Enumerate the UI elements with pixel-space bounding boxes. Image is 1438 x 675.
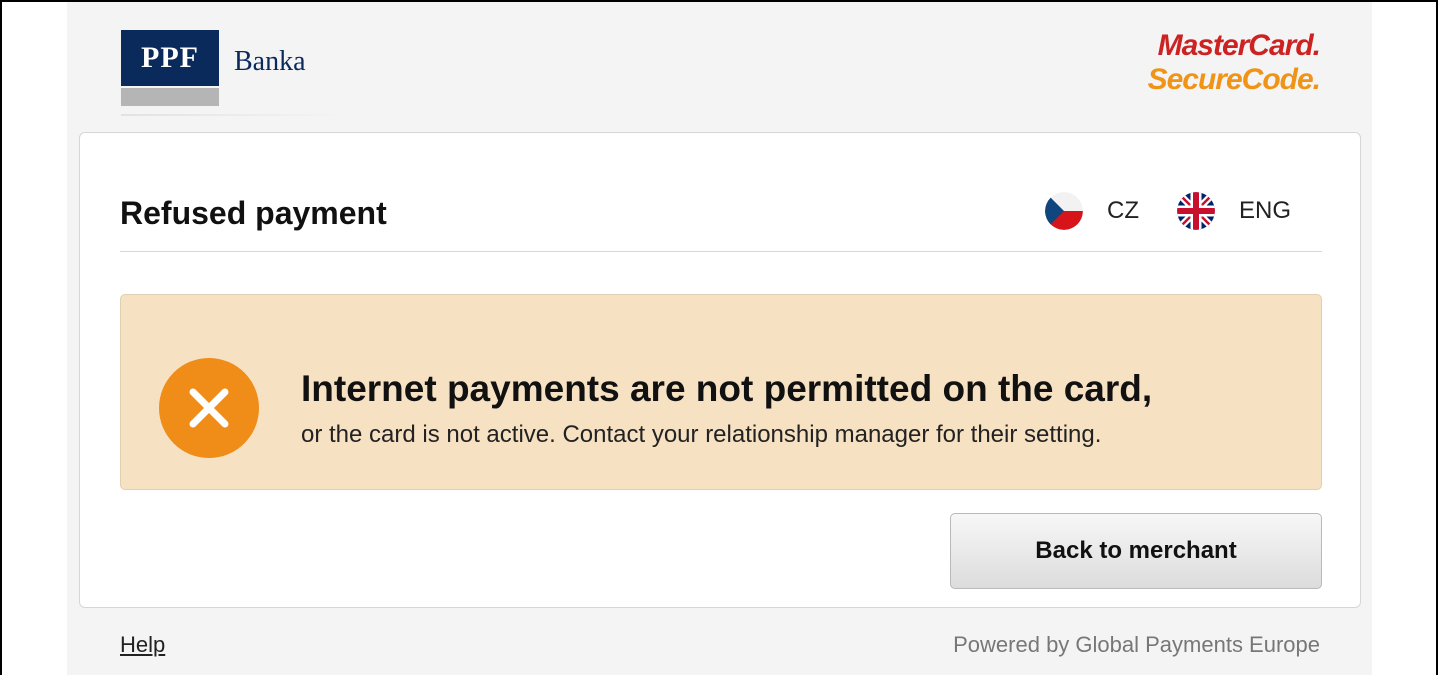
language-cz-link[interactable]: CZ [1045,192,1139,230]
payment-card: Refused payment CZ ENG Internet payments… [79,132,1361,608]
securecode-wordmark: SecureCode. [1147,63,1321,96]
bank-name: Banka [234,46,306,77]
mastercard-securecode-logo: MasterCard. SecureCode. [1147,29,1321,97]
uk-flag-icon [1177,192,1215,230]
alert-message: or the card is not active. Contact your … [301,421,1102,448]
bank-logo: PPF [121,30,219,106]
mastercard-wordmark: MasterCard. [1157,29,1321,62]
help-link[interactable]: Help [120,632,165,658]
czech-flag-icon [1045,192,1083,230]
header-divider [121,114,346,116]
bank-logo-bar [121,88,219,106]
page-title: Refused payment [120,195,387,231]
language-eng-link[interactable]: ENG [1177,192,1292,230]
error-alert: Internet payments are not permitted on t… [120,294,1322,490]
close-icon [159,358,259,458]
language-eng-label: ENG [1239,197,1292,224]
title-divider [120,251,1322,252]
page: PPF Banka MasterCard. SecureCode. Refuse… [67,2,1372,675]
language-cz-label: CZ [1107,197,1139,224]
bank-logo-mark: PPF [121,30,219,86]
back-to-merchant-button[interactable]: Back to merchant [950,513,1322,589]
alert-heading: Internet payments are not permitted on t… [301,368,1153,409]
powered-by-text: Powered by Global Payments Europe [953,632,1320,657]
